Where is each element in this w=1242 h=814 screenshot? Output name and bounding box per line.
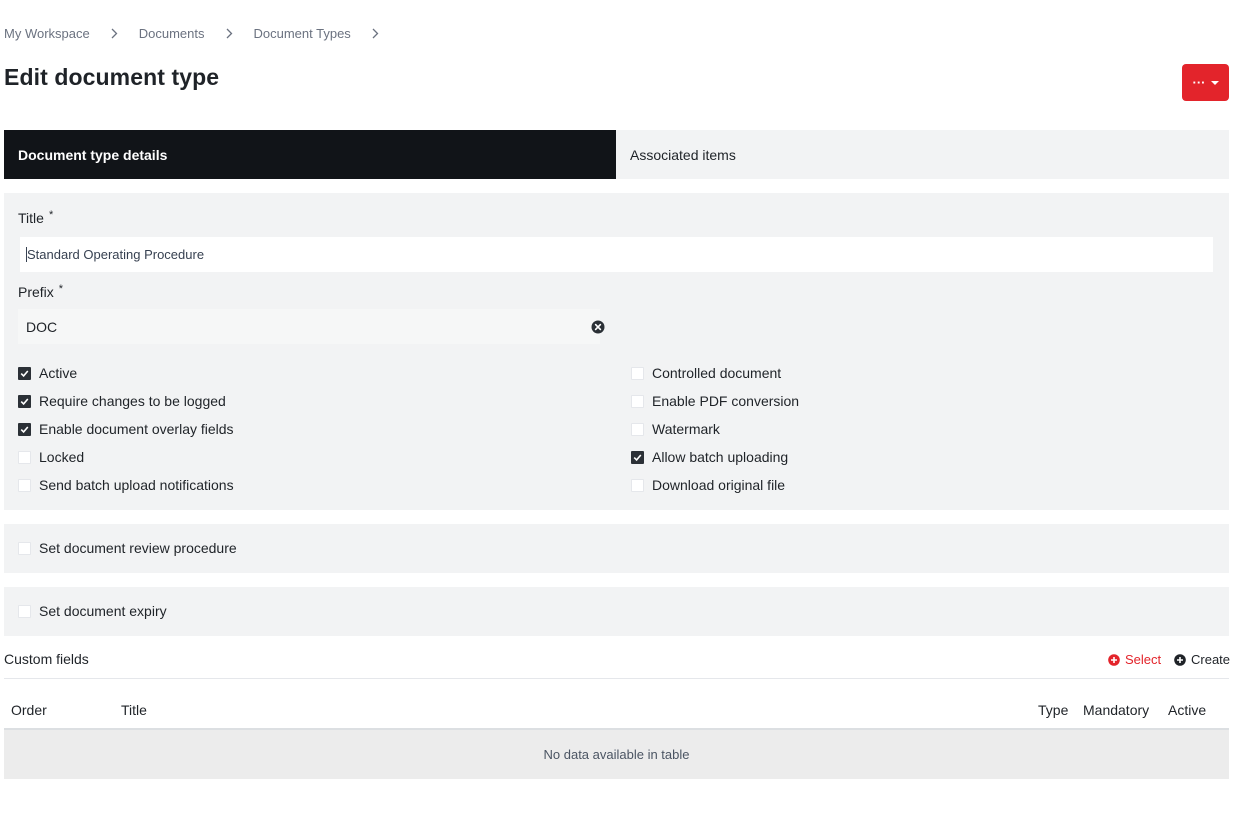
prefix-input-value: DOC [26, 318, 58, 335]
checkbox-controlled-document[interactable]: Controlled document [631, 364, 781, 382]
checkbox-label: Enable PDF conversion [652, 393, 800, 409]
table-empty-row: No data available in table [4, 730, 1229, 779]
checkbox-set-review-procedure[interactable]: Set document review procedure [18, 539, 237, 557]
checkbox-send-batch-notifications[interactable]: Send batch upload notifications [18, 476, 234, 494]
checkbox-label: Allow batch uploading [652, 449, 789, 465]
more-actions-button[interactable]: ··· [1182, 64, 1229, 101]
checkbox-checked-icon [18, 366, 31, 380]
checkbox-label: Locked [39, 449, 85, 465]
checkbox-unchecked-icon [631, 394, 644, 408]
checkbox-unchecked-icon [631, 478, 644, 492]
select-button[interactable]: Select [1108, 652, 1161, 667]
chevron-right-icon [110, 28, 120, 39]
tab-document-type-details[interactable]: Document type details [4, 130, 616, 179]
details-panel: Title * Standard Operating Procedure Pref… [4, 193, 1229, 510]
custom-fields-table-header: Order Title Type Mandatory Active [4, 700, 1229, 730]
column-header-active[interactable]: Active [1168, 702, 1206, 718]
checkbox-allow-batch-uploading[interactable]: Allow batch uploading [631, 448, 788, 466]
checkbox-enable-overlay-fields[interactable]: Enable document overlay fields [18, 420, 234, 438]
clear-icon[interactable] [591, 320, 605, 334]
checkbox-locked[interactable]: Locked [18, 448, 84, 466]
caret-down-icon [1210, 80, 1219, 85]
checkbox-checked-icon [18, 394, 31, 408]
checkbox-unchecked-icon [631, 422, 644, 436]
more-icon: ··· [1192, 75, 1206, 90]
checkbox-label: Active [39, 365, 78, 381]
checkbox-require-changes-logged[interactable]: Require changes to be logged [18, 392, 226, 410]
title-label-text: Title [18, 210, 44, 226]
checkbox-label: Download original file [652, 477, 786, 493]
checkbox-checked-icon [18, 422, 31, 436]
required-marker: * [58, 283, 64, 295]
checkbox-label: Watermark [652, 421, 720, 437]
create-label: Create [1191, 652, 1231, 667]
review-procedure-section: Set document review procedure [4, 524, 1229, 573]
breadcrumb-my-workspace[interactable]: My Workspace [4, 26, 90, 41]
column-header-mandatory[interactable]: Mandatory [1083, 702, 1149, 718]
custom-fields-title: Custom fields [4, 651, 89, 667]
select-label: Select [1125, 652, 1162, 667]
checkbox-enable-pdf-conversion[interactable]: Enable PDF conversion [631, 392, 799, 410]
column-header-title[interactable]: Title [121, 702, 147, 718]
checkbox-unchecked-icon [18, 604, 31, 618]
plus-circle-icon [1174, 653, 1186, 666]
checkbox-label: Require changes to be logged [39, 393, 226, 409]
checkbox-set-document-expiry[interactable]: Set document expiry [18, 602, 167, 620]
checkbox-label: Send batch upload notifications [39, 477, 234, 493]
checkbox-label: Set document expiry [39, 603, 167, 619]
breadcrumb-documents[interactable]: Documents [139, 26, 205, 41]
page-title: Edit document type [4, 64, 220, 90]
column-header-type[interactable]: Type [1038, 702, 1068, 718]
plus-circle-icon [1108, 653, 1120, 666]
tab-associated-items[interactable]: Associated items [616, 130, 1229, 179]
prefix-label: Prefix * [18, 283, 64, 300]
checkbox-active[interactable]: Active [18, 364, 77, 382]
title-input-value: Standard Operating Procedure [27, 247, 205, 262]
breadcrumb: My Workspace Documents Document Types [4, 24, 400, 42]
checkbox-label: Controlled document [652, 365, 782, 381]
checkbox-watermark[interactable]: Watermark [631, 420, 720, 438]
tab-bar: Document type details Associated items [4, 130, 1229, 179]
chevron-right-icon [371, 28, 381, 39]
custom-fields-header: Custom fields Select Create [4, 650, 1230, 679]
checkbox-download-original-file[interactable]: Download original file [631, 476, 785, 494]
prefix-label-text: Prefix [18, 284, 54, 300]
required-marker: * [48, 209, 54, 221]
checkbox-checked-icon [631, 450, 644, 464]
checkbox-unchecked-icon [18, 478, 31, 492]
checkbox-unchecked-icon [18, 541, 31, 555]
column-header-order[interactable]: Order [11, 702, 47, 718]
title-label: Title * [18, 209, 54, 226]
chevron-right-icon [224, 28, 234, 39]
title-input[interactable]: Standard Operating Procedure [20, 237, 1213, 272]
create-button[interactable]: Create [1174, 652, 1230, 667]
checkbox-label: Set document review procedure [39, 540, 237, 556]
breadcrumb-document-types[interactable]: Document Types [253, 26, 350, 41]
checkbox-unchecked-icon [18, 450, 31, 464]
expiry-section: Set document expiry [4, 587, 1229, 636]
prefix-input[interactable]: DOC [18, 309, 605, 344]
checkbox-unchecked-icon [631, 366, 644, 380]
checkbox-label: Enable document overlay fields [39, 421, 234, 437]
